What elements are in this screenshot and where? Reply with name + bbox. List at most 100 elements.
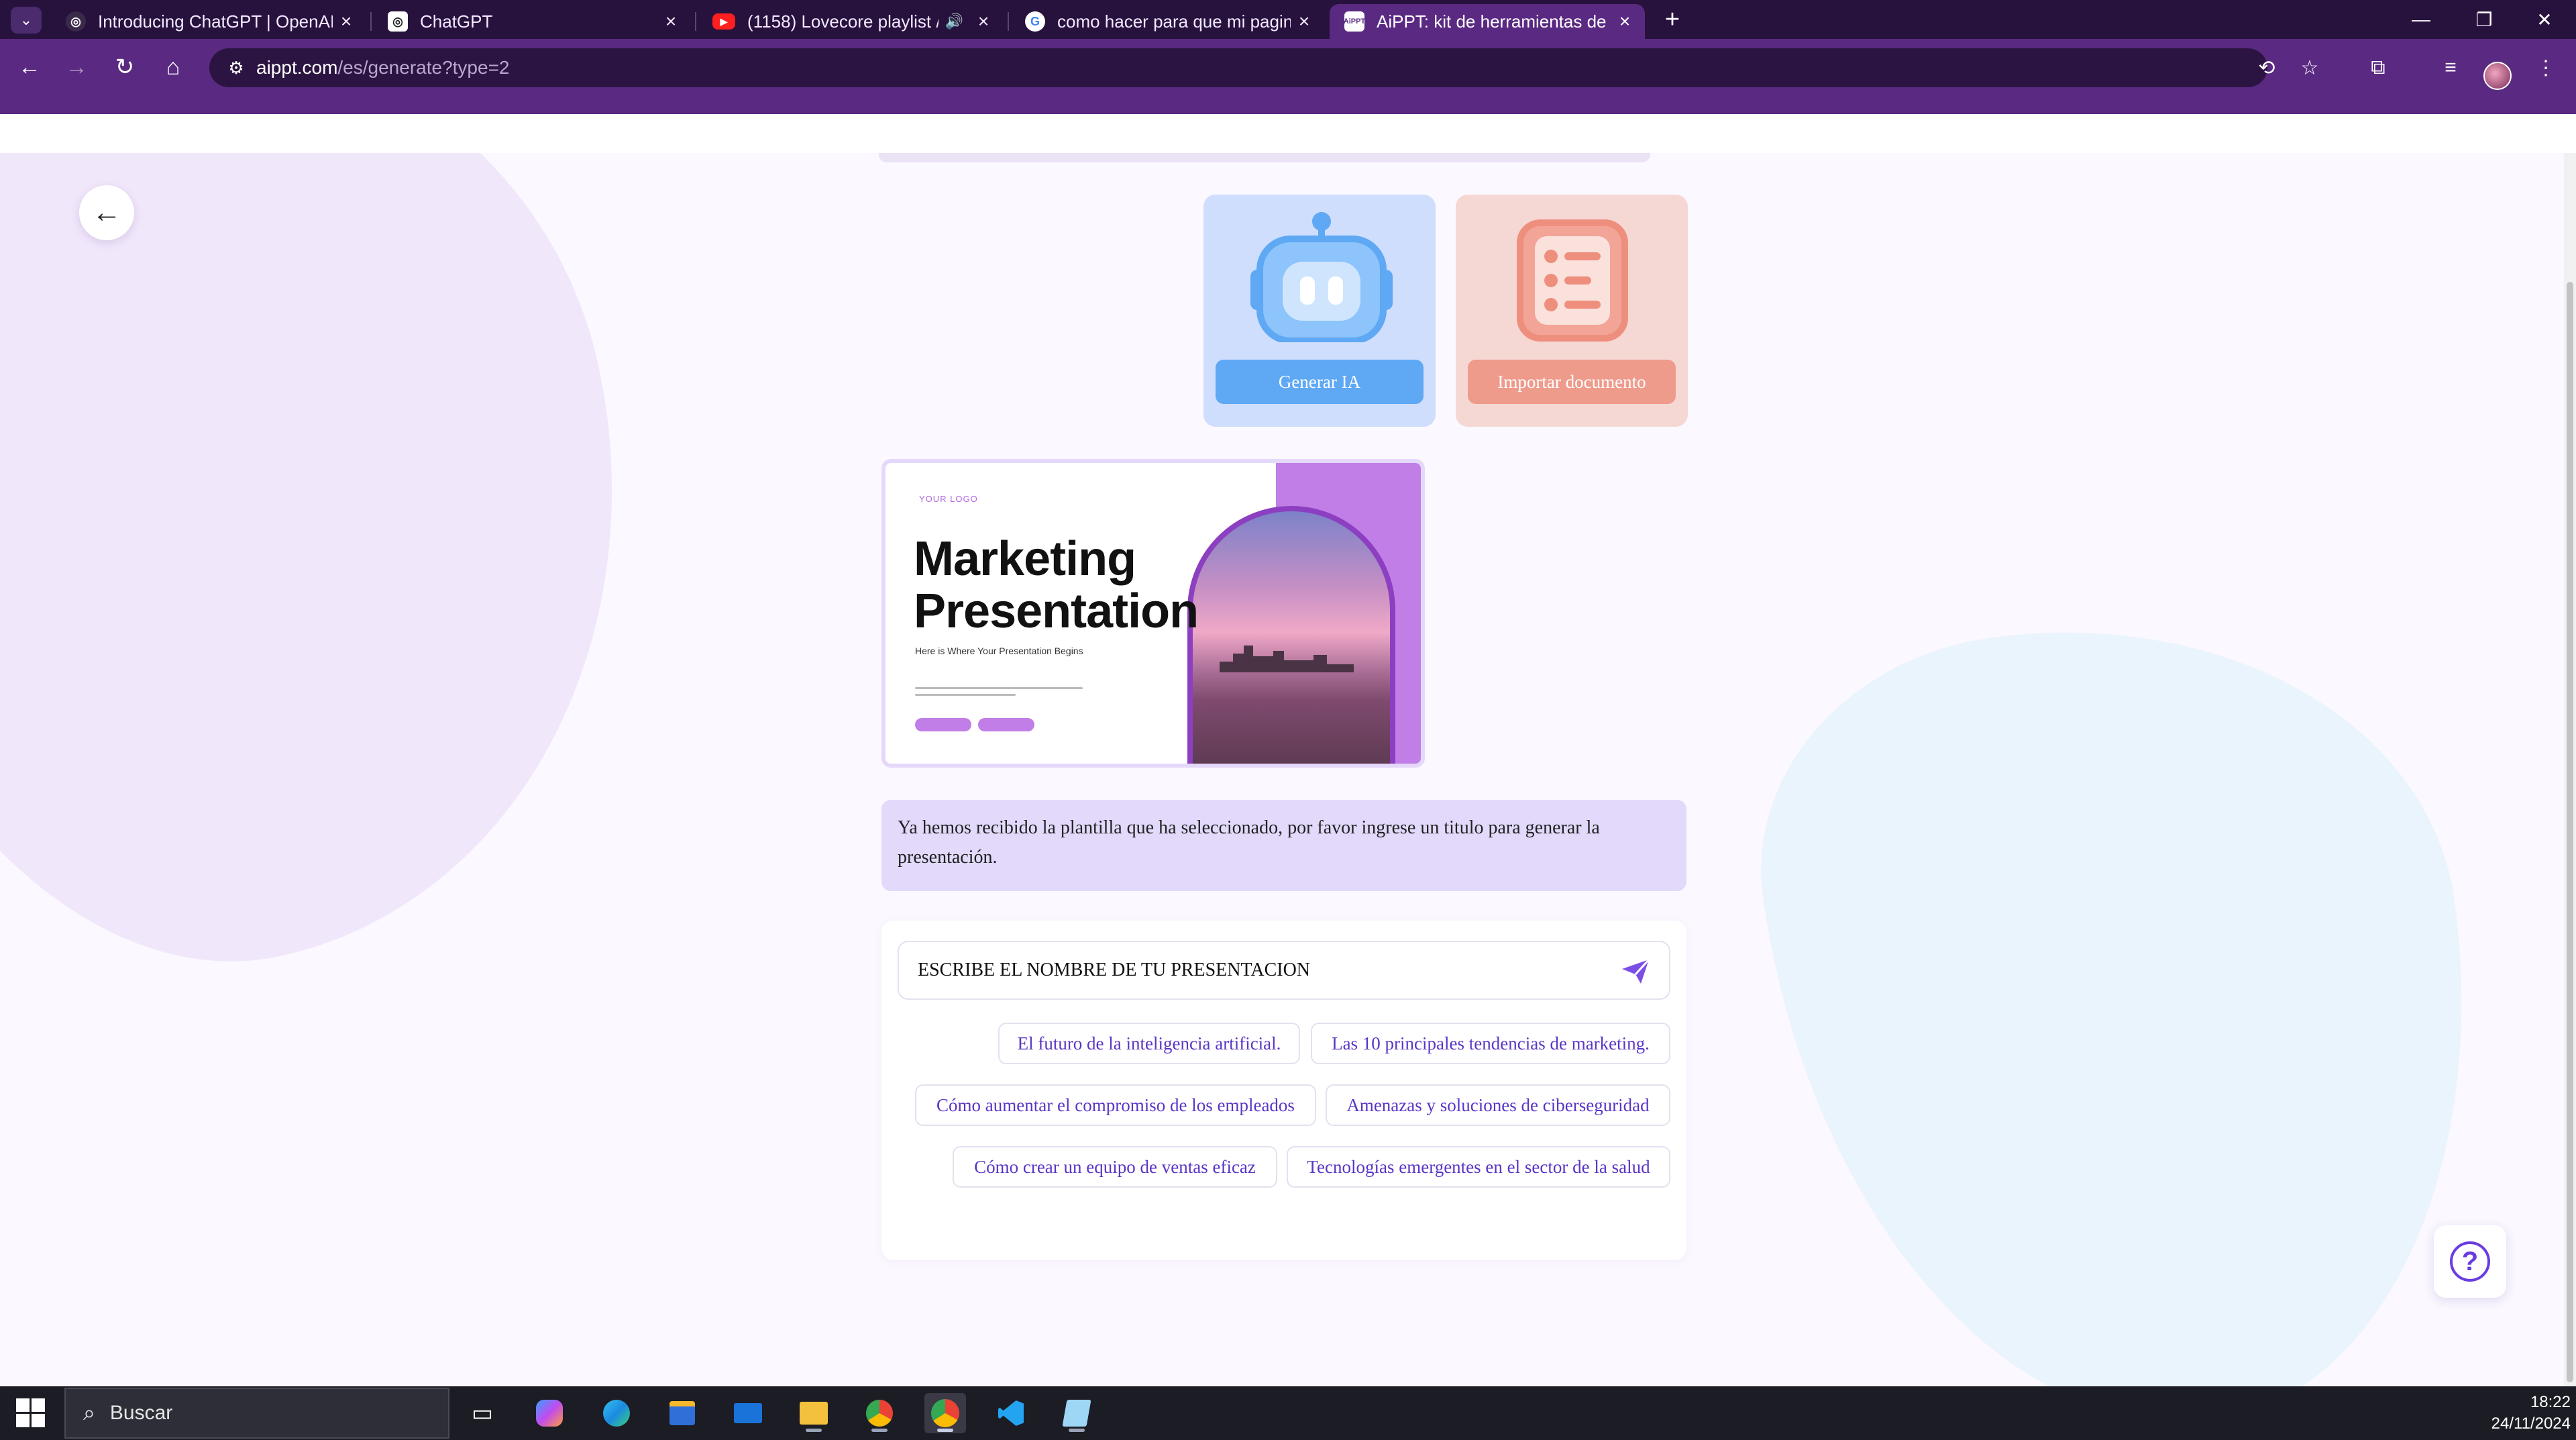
tab-separator (1008, 12, 1009, 31)
reload-icon[interactable]: ↻ (106, 48, 144, 86)
running-indicator (1069, 1429, 1085, 1432)
back-icon[interactable]: ← (11, 48, 48, 86)
forward-icon[interactable]: → (58, 48, 95, 86)
speaker-icon[interactable]: 🔊 (945, 13, 963, 30)
extensions-icon[interactable]: ⧉ (2361, 51, 2395, 85)
tab-separator (695, 12, 696, 31)
close-tab-icon[interactable]: × (1291, 11, 1318, 32)
tab-title: como hacer para que mi pagina (1057, 11, 1291, 32)
mail-icon[interactable] (727, 1393, 769, 1433)
send-icon[interactable] (1621, 958, 1650, 985)
running-indicator (937, 1429, 953, 1432)
close-tab-icon[interactable]: × (657, 11, 684, 32)
tab-lovecore-playlist[interactable]: ▶ (1158) Lovecore playlist // ° 🔊 × (698, 4, 1004, 39)
site-info-icon[interactable]: ⚙ (216, 58, 256, 79)
tab-title: AiPPT: kit de herramientas de p (1377, 11, 1611, 32)
profile-avatar[interactable] (2483, 62, 2512, 90)
scrollbar-thumb[interactable] (2567, 282, 2573, 1382)
restore-button[interactable]: ❐ (2453, 0, 2516, 39)
bookmark-star-icon[interactable]: ☆ (2293, 51, 2326, 85)
task-view-icon[interactable]: ▭ (462, 1393, 503, 1433)
question-icon: ? (2450, 1241, 2490, 1282)
close-tab-icon[interactable]: × (970, 11, 997, 32)
url-host: aippt.com (256, 57, 338, 78)
presentation-title-value: ESCRIBE EL NOMBRE DE TU PRESENTACION (918, 960, 1311, 980)
tab-aippt[interactable]: AiPPT AiPPT: kit de herramientas de p × (1330, 4, 1645, 39)
running-indicator (806, 1429, 822, 1432)
aippt-page: ← Generar IA Importar documento YOUR LOG… (0, 153, 2576, 1386)
close-window-button[interactable]: ✕ (2513, 0, 2576, 39)
minimize-button[interactable]: — (2390, 0, 2453, 39)
suggestion-chip[interactable]: Cómo aumentar el compromiso de los emple… (915, 1084, 1316, 1126)
notepad-icon[interactable] (1056, 1393, 1097, 1433)
windows-taskbar: ⌕ Buscar ▭ 18:22 24/11/2024 (0, 1386, 2576, 1440)
browser-toolbar: ← → ↻ ⌂ ⚙ aippt.com/es/generate?type=2 ⟲… (0, 39, 2576, 149)
preview-title-line1: Marketing (914, 532, 1136, 586)
copilot-icon[interactable] (529, 1393, 570, 1433)
suggestion-chip[interactable]: Las 10 principales tendencias de marketi… (1311, 1023, 1670, 1064)
windows-start-icon[interactable] (16, 1398, 46, 1428)
taskbar-search-placeholder: Buscar (109, 1402, 173, 1424)
tab-separator (370, 12, 372, 31)
background-blob (0, 153, 705, 1031)
suggestion-chip[interactable]: El futuro de la inteligencia artificial. (998, 1023, 1300, 1064)
title-input-panel: ESCRIBE EL NOMBRE DE TU PRESENTACION El … (881, 921, 1686, 1260)
home-icon[interactable]: ⌂ (154, 48, 192, 86)
template-received-message: Ya hemos recibido la plantilla que ha se… (881, 800, 1686, 891)
clock-date: 24/11/2024 (2491, 1415, 2571, 1433)
tab-introducing-chatgpt[interactable]: ◎ Introducing ChatGPT | OpenAI × (51, 4, 366, 39)
openai-icon: ◎ (388, 11, 408, 32)
new-tab-button[interactable]: + (1656, 4, 1689, 35)
preview-pill-button (978, 718, 1034, 731)
menu-icon[interactable]: ⋮ (2529, 51, 2563, 85)
browser-tab-bar: ⌄ ◎ Introducing ChatGPT | OpenAI × ◎ Cha… (0, 0, 2576, 39)
template-preview[interactable]: YOUR LOGO Marketing Presentation Here is… (881, 459, 1425, 768)
preview-title-line2: Presentation (914, 584, 1199, 638)
system-clock[interactable]: 18:22 24/11/2024 (2491, 1392, 2571, 1435)
tab-title: Introducing ChatGPT | OpenAI (98, 11, 333, 32)
robot-icon (1250, 212, 1393, 342)
search-icon: ⌕ (83, 1400, 95, 1425)
chrome-profile-icon[interactable] (924, 1393, 966, 1433)
url-path: /es/generate?type=2 (337, 57, 510, 78)
close-tab-icon[interactable]: × (333, 11, 360, 32)
translate-icon[interactable]: ⟲ (2250, 51, 2284, 85)
preview-skyline (1220, 646, 1354, 672)
back-arrow-button[interactable]: ← (79, 185, 134, 240)
running-indicator (871, 1429, 888, 1432)
suggestion-chip[interactable]: Tecnologías emergentes en el sector de l… (1287, 1146, 1670, 1188)
tab-google-search[interactable]: G como hacer para que mi pagina × (1010, 4, 1324, 39)
file-explorer-icon[interactable] (793, 1393, 835, 1433)
google-icon: G (1025, 11, 1045, 32)
preview-title: Marketing Presentation (914, 532, 1199, 638)
youtube-icon: ▶ (712, 13, 735, 30)
store-icon[interactable] (661, 1393, 703, 1433)
tab-chatgpt[interactable]: ◎ ChatGPT × (373, 4, 691, 39)
suggestion-chip[interactable]: Cómo crear un equipo de ventas eficaz (953, 1146, 1277, 1188)
help-button[interactable]: ? (2434, 1225, 2506, 1298)
close-tab-icon[interactable]: × (1611, 11, 1638, 32)
chrome-icon[interactable] (859, 1393, 900, 1433)
preview-logo-text: YOUR LOGO (919, 494, 978, 504)
address-bar[interactable]: ⚙ aippt.com/es/generate?type=2 (209, 48, 2267, 87)
generate-ai-button[interactable]: Generar IA (1216, 360, 1424, 404)
import-document-button[interactable]: Importar documento (1468, 360, 1676, 404)
import-document-card[interactable]: Importar documento (1456, 195, 1688, 427)
tab-search-button[interactable]: ⌄ (11, 7, 42, 34)
vscode-icon[interactable] (990, 1393, 1032, 1433)
suggestion-chip[interactable]: Amenazas y soluciones de ciberseguridad (1326, 1084, 1670, 1126)
document-list-icon (1517, 219, 1628, 342)
clock-time: 18:22 (2530, 1393, 2571, 1411)
taskbar-search[interactable]: ⌕ Buscar (64, 1388, 449, 1439)
address-url: aippt.com/es/generate?type=2 (256, 57, 510, 79)
header-strip (879, 153, 1650, 162)
preview-city-image (1187, 506, 1395, 764)
openai-icon: ◎ (66, 11, 86, 32)
aippt-icon: AiPPT (1344, 11, 1365, 32)
media-control-icon[interactable]: ≡ (2434, 51, 2467, 85)
generate-ai-card[interactable]: Generar IA (1203, 195, 1436, 427)
presentation-title-input[interactable]: ESCRIBE EL NOMBRE DE TU PRESENTACION (898, 941, 1670, 1000)
edge-icon[interactable] (596, 1393, 637, 1433)
apps-grid-icon[interactable]: ⊞ (15, 126, 38, 149)
preview-subtitle: Here is Where Your Presentation Begins (915, 646, 1083, 656)
